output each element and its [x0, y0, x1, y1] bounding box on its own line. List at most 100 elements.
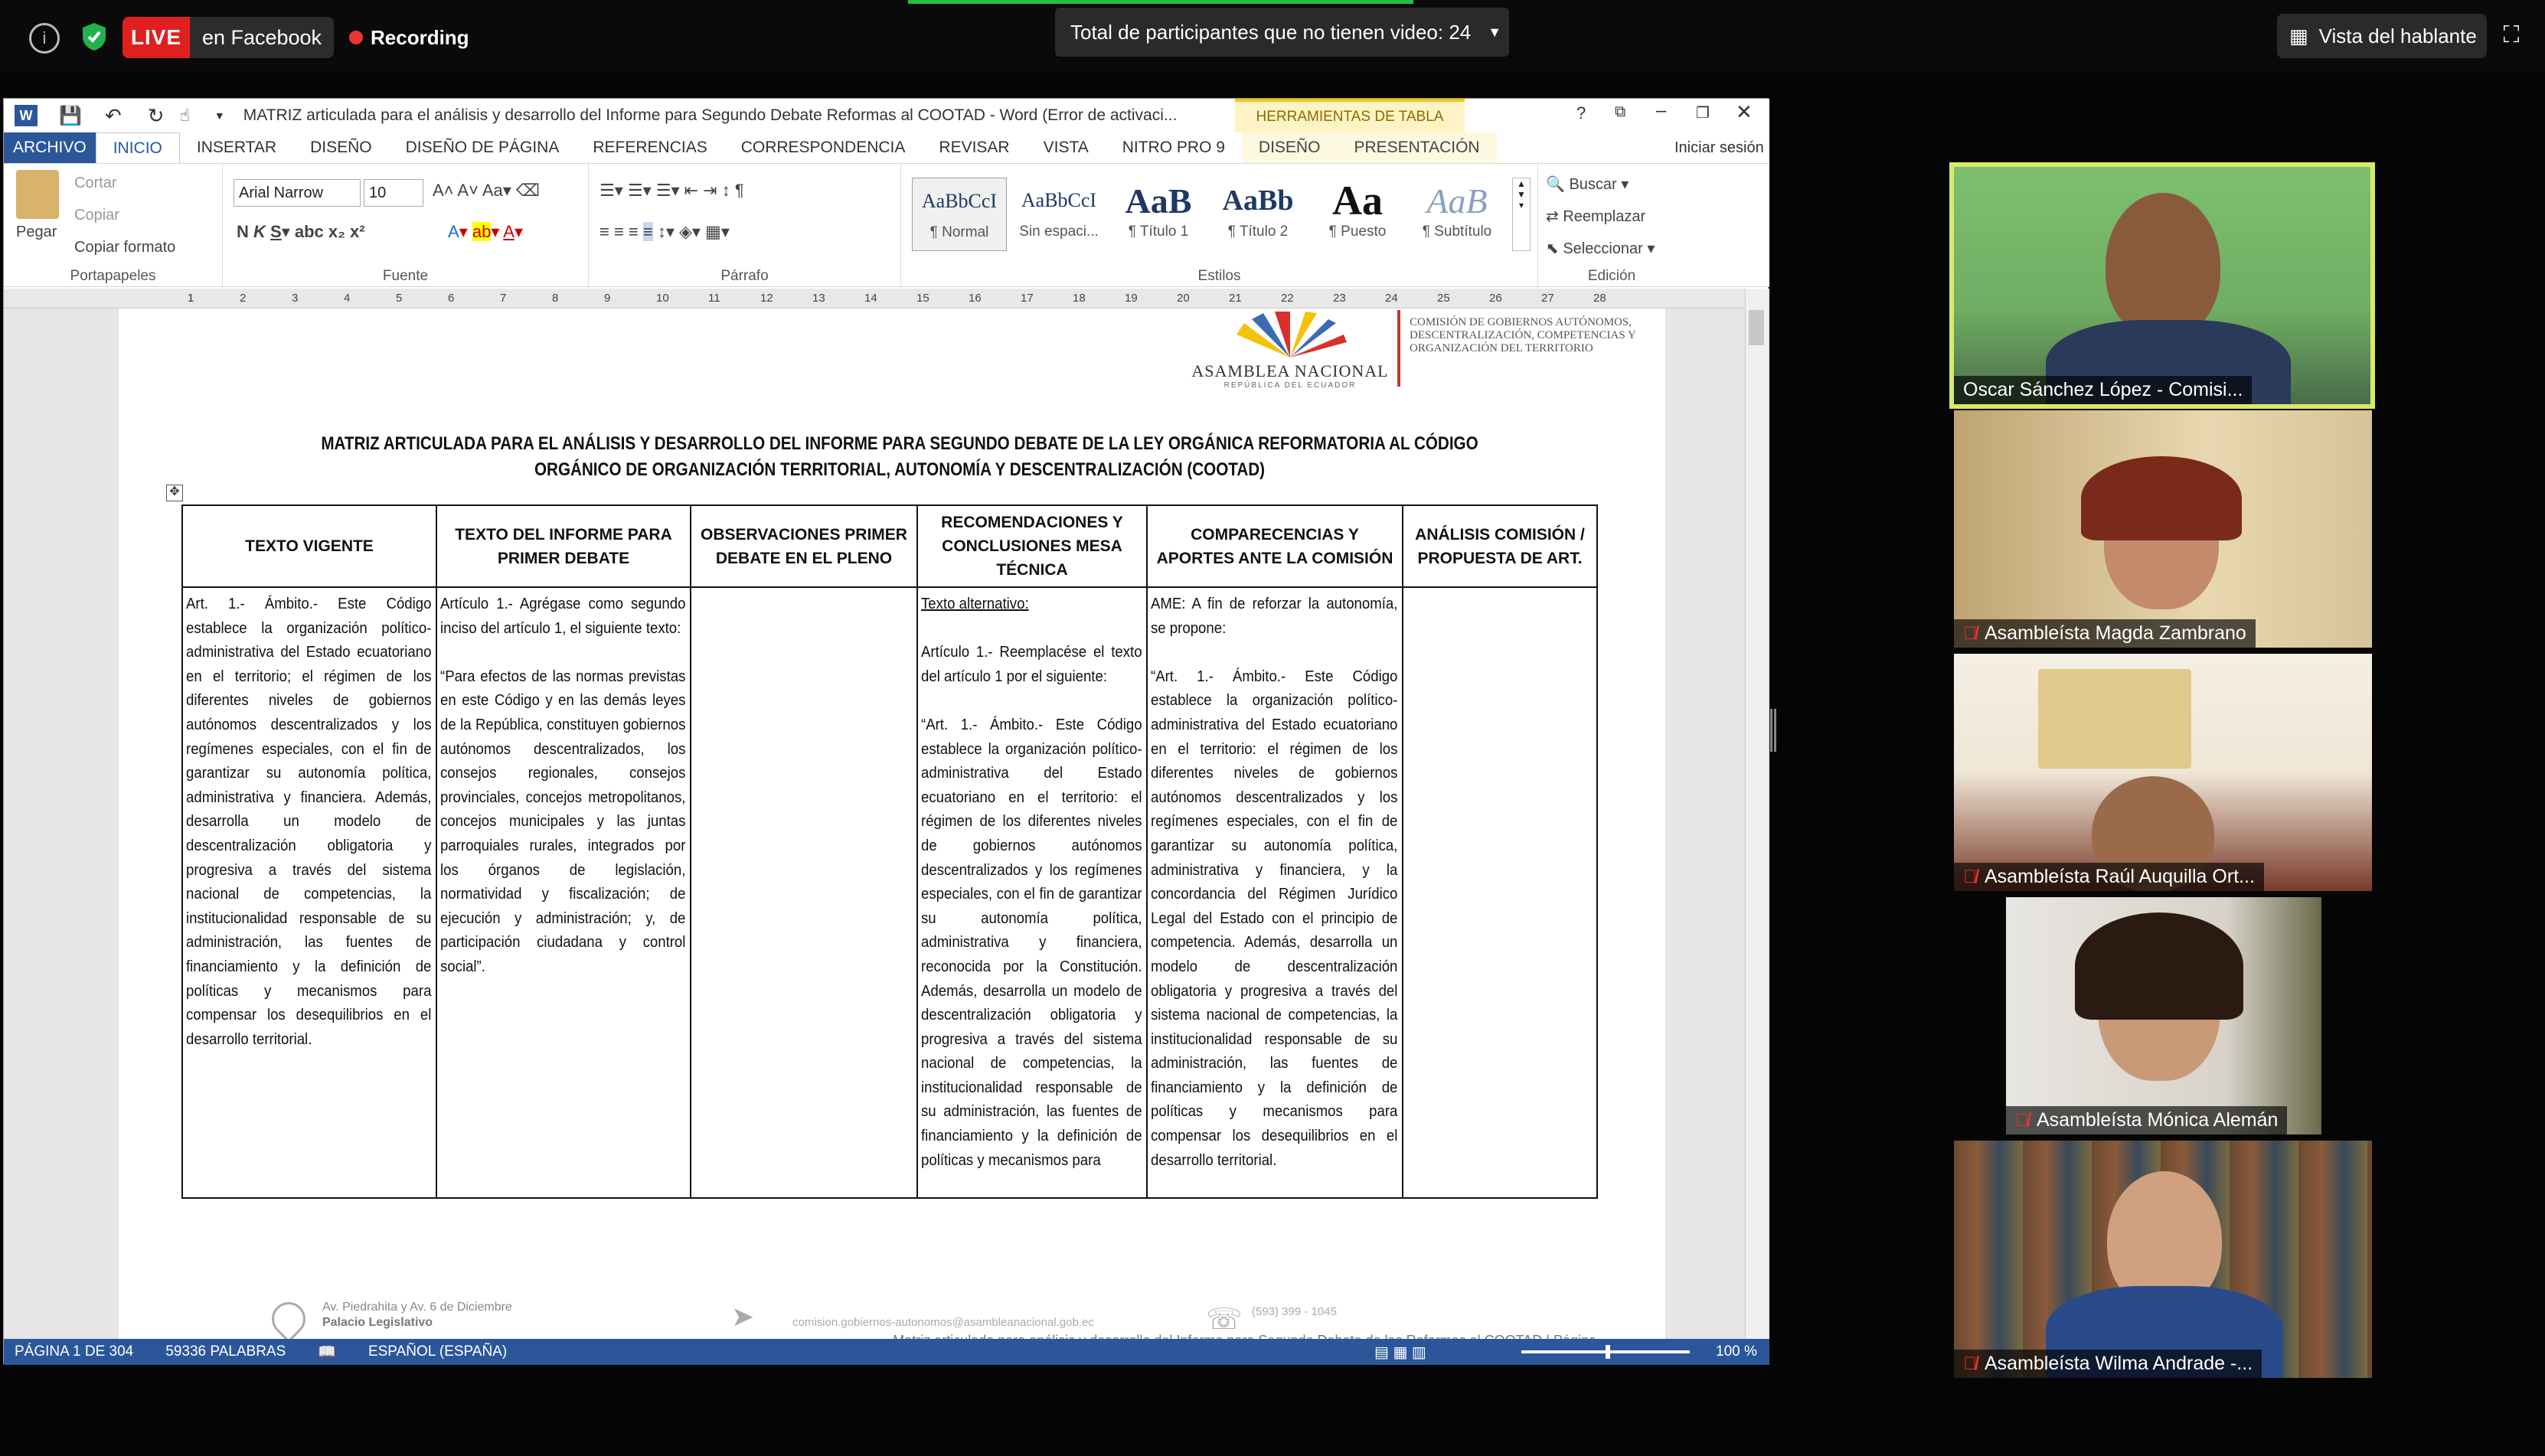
table-move-handle-icon[interactable]: ✥	[166, 485, 183, 501]
participant-tile[interactable]: 🎙̸ Asambleísta Wilma Andrade -...	[1954, 1141, 2372, 1378]
ruler-number: 10	[656, 292, 669, 305]
articulated-matrix-table[interactable]: TEXTO VIGENTE TEXTO DEL INFORME PARA PRI…	[181, 504, 1598, 1199]
font-size-select[interactable]: 10	[364, 179, 423, 207]
cell-texto-vigente[interactable]: Art. 1.- Ámbito.- Este Código establece …	[181, 586, 437, 1199]
commission-name: COMISIÓN DE GOBIERNOS AUTÓNOMOS, DESCENT…	[1410, 316, 1636, 354]
format-painter-button[interactable]: Copiar formato	[74, 239, 175, 256]
copy-button[interactable]: Copiar	[74, 207, 119, 224]
font-name-select[interactable]: Arial Narrow	[234, 179, 361, 207]
tab-diseno-pagina[interactable]: DISEÑO DE PÁGINA	[389, 132, 577, 163]
location-pin-icon	[264, 1294, 313, 1339]
font-format-icons[interactable]: N K S▾ abc x₂ x²	[237, 222, 365, 242]
cell-comparecencias[interactable]: AME: A fin de reforzar la autonomía, se …	[1146, 586, 1403, 1199]
save-icon[interactable]: 💾	[59, 105, 82, 127]
style-sample: AaB	[1426, 181, 1488, 220]
cut-button[interactable]: Cortar	[74, 175, 117, 192]
style-title-2[interactable]: AaBb ¶ Título 2	[1210, 178, 1305, 251]
participant-tile-active[interactable]: Oscar Sánchez López - Comisi...	[1949, 162, 2375, 409]
find-button[interactable]: 🔍 Buscar ▾	[1546, 175, 1629, 194]
ruler-number: 23	[1333, 292, 1346, 305]
tab-correspondencia[interactable]: CORRESPONDENCIA	[724, 132, 923, 163]
font-color-icons[interactable]: A▾ ab▾ A▾	[448, 222, 523, 242]
view-mode-icons[interactable]: ▤ ▦ ▥	[1374, 1343, 1426, 1362]
style-subtitle[interactable]: AaB ¶ Subtítulo	[1410, 178, 1504, 251]
grow-font-icon[interactable]: A˄ A˅ Aa▾ ⌫	[433, 181, 540, 201]
signin-link[interactable]: Iniciar sesión	[1674, 139, 1764, 157]
ruler-number: 24	[1385, 292, 1398, 305]
cell-analisis[interactable]	[1402, 586, 1598, 1199]
header-analisis[interactable]: ANÁLISIS COMISIÓN / PROPUESTA DE ART.	[1402, 504, 1598, 588]
header-recomendaciones[interactable]: RECOMENDACIONES Y CONCLUSIONES MESA TÉCN…	[916, 504, 1148, 588]
tab-insertar[interactable]: INSERTAR	[180, 132, 293, 163]
align-icons[interactable]: ≡ ≡ ≡ ≡ ↕▾ ◈▾ ▦▾	[599, 222, 730, 242]
participant-tile[interactable]: 🎙̸ Asambleísta Raúl Auquilla Ort...	[1954, 654, 2372, 891]
participant-tile[interactable]: 🎙̸ Asambleísta Magda Zambrano	[1954, 410, 2372, 648]
list-icons[interactable]: ☰▾ ☰▾ ☰▾ ⇤ ⇥ ↕ ¶	[599, 181, 744, 201]
footer-address-1: Av. Piedrahita y Av. 6 de Diciembre	[322, 1301, 512, 1314]
select-button[interactable]: ⬉ Seleccionar ▾	[1546, 239, 1655, 258]
customize-qat-icon[interactable]: ▼	[214, 109, 225, 122]
style-puesto[interactable]: Aa ¶ Puesto	[1310, 178, 1405, 251]
live-platform-label[interactable]: en Facebook	[190, 17, 334, 58]
shield-check-icon[interactable]	[81, 21, 107, 52]
info-icon[interactable]: i	[29, 23, 60, 54]
horizontal-ruler[interactable]: 1 1 2 3 4 5 6 7 8 9 10 11 12 13 14 15 16 17 18 19 20 21 22 23 24…	[4, 289, 1769, 309]
help-icon[interactable]: ?	[1576, 103, 1586, 123]
participant-name: Asambleísta Magda Zambrano	[1985, 622, 2246, 644]
status-zoom[interactable]: 100 %	[1716, 1343, 1757, 1360]
cell-observaciones[interactable]	[690, 586, 918, 1199]
undo-icon[interactable]: ↶	[105, 104, 122, 128]
vertical-scrollbar[interactable]	[1745, 289, 1768, 1339]
tab-vista[interactable]: VISTA	[1027, 132, 1106, 163]
proofing-icon[interactable]: 📖	[318, 1343, 336, 1361]
restore-icon[interactable]: ❐	[1696, 103, 1710, 122]
find-label: Buscar	[1569, 176, 1617, 193]
paste-icon[interactable]	[16, 170, 59, 219]
minimize-icon[interactable]: –	[1656, 100, 1666, 122]
ribbon-display-icon[interactable]: ⧉	[1615, 103, 1625, 121]
header-texto-vigente[interactable]: TEXTO VIGENTE	[181, 504, 437, 588]
document-area[interactable]: ASAMBLEA NACIONAL REPÚBLICA DEL ECUADOR …	[4, 309, 1769, 1339]
tab-table-design[interactable]: DISEÑO	[1241, 132, 1338, 163]
style-title-1[interactable]: AaB ¶ Título 1	[1111, 178, 1206, 251]
paragraph-label: Párrafo	[720, 268, 769, 284]
header-texto-informe[interactable]: TEXTO DEL INFORME PARA PRIMER DEBATE	[436, 504, 691, 588]
document-page[interactable]: ASAMBLEA NACIONAL REPÚBLICA DEL ECUADOR …	[119, 309, 1665, 1339]
tab-referencias[interactable]: REFERENCIAS	[576, 132, 724, 163]
tab-nitro-pro[interactable]: NITRO PRO 9	[1106, 132, 1242, 163]
cell-texto-informe[interactable]: Artículo 1.- Agrégase como segundo incis…	[436, 586, 691, 1199]
style-name: Sin espaci...	[1019, 224, 1099, 240]
participants-no-video-dropdown[interactable]: Total de participantes que no tienen vid…	[1055, 8, 1509, 57]
tab-inicio[interactable]: INICIO	[95, 132, 180, 163]
scroll-thumb[interactable]	[1749, 310, 1764, 345]
status-words[interactable]: 59336 PALABRAS	[165, 1343, 286, 1360]
recording-label: Recording	[371, 25, 469, 49]
header-observaciones[interactable]: OBSERVACIONES PRIMER DEBATE EN EL PLENO	[690, 504, 918, 588]
style-normal[interactable]: AaBbCcI ¶ Normal	[912, 178, 1007, 251]
speaker-view-button[interactable]: ▦ Vista del hablante	[2277, 14, 2487, 58]
tab-table-layout[interactable]: PRESENTACIÓN	[1337, 132, 1497, 163]
status-language[interactable]: ESPAÑOL (ESPAÑA)	[368, 1343, 507, 1360]
zoom-slider-thumb[interactable]	[1606, 1345, 1610, 1359]
live-badge[interactable]: LIVE	[123, 17, 190, 58]
styles-scroll[interactable]: ▲ ▼ ▾	[1512, 178, 1531, 251]
ruler-number: 20	[1177, 292, 1190, 305]
footer-address-2: Palacio Legislativo	[322, 1316, 433, 1329]
cell-text: Texto alternativo: Artículo 1.- Reemplacé…	[921, 593, 1142, 1173]
style-no-spacing[interactable]: AaBbCcI Sin espaci...	[1011, 178, 1106, 251]
touch-mode-icon[interactable]: ☝	[179, 106, 189, 126]
replace-button[interactable]: ⇄ Reemplazar	[1546, 207, 1645, 226]
close-icon[interactable]: ✕	[1736, 100, 1753, 124]
split-handle[interactable]	[1770, 709, 1776, 752]
paste-button[interactable]: Pegar	[16, 224, 57, 241]
tab-revisar[interactable]: REVISAR	[922, 132, 1026, 163]
participant-tile[interactable]: 🎙̸ Asambleísta Mónica Alemán	[2006, 897, 2321, 1134]
header-comparecencias[interactable]: COMPARECENCIAS Y APORTES ANTE LA COMISIÓ…	[1146, 504, 1403, 588]
cell-recomendaciones[interactable]: Texto alternativo: Artículo 1.- Reemplacé…	[916, 586, 1148, 1199]
fullscreen-icon[interactable]: ⛶	[2498, 21, 2525, 49]
redo-icon[interactable]: ↻	[148, 104, 165, 128]
recording-indicator[interactable]: Recording	[349, 20, 469, 55]
tab-diseno[interactable]: DISEÑO	[293, 132, 389, 163]
tab-archivo[interactable]: ARCHIVO	[4, 132, 96, 163]
status-page[interactable]: PÁGINA 1 DE 304	[15, 1343, 133, 1360]
